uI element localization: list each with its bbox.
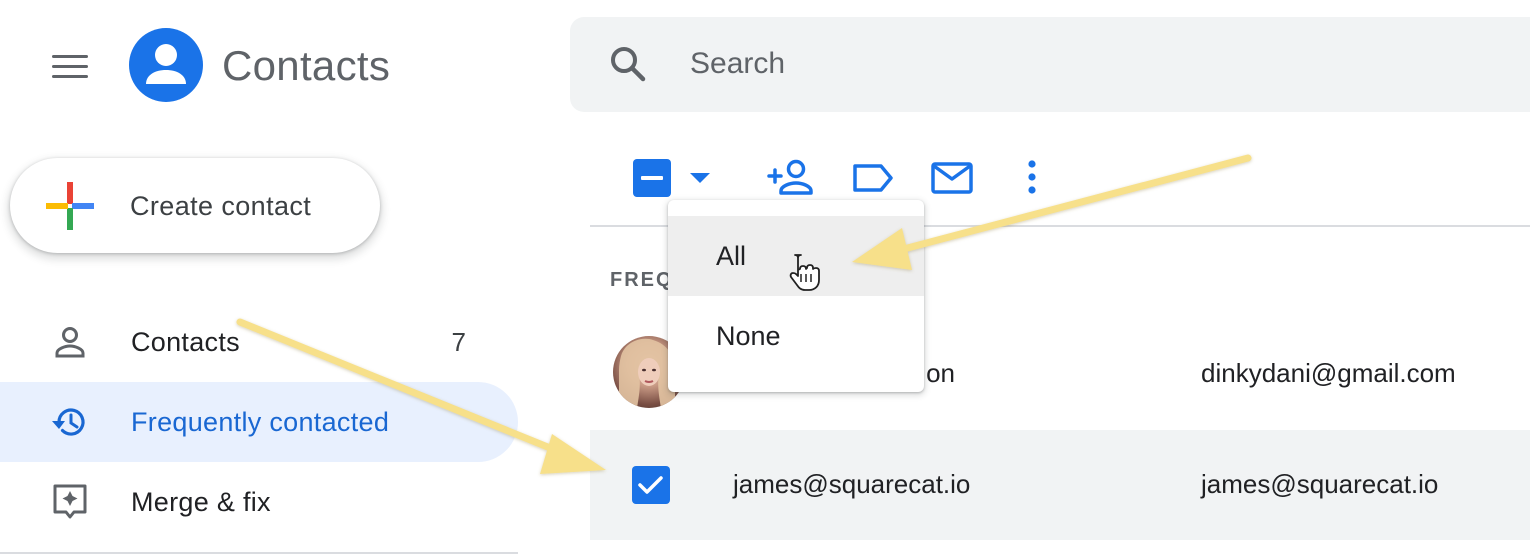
merge-fix-icon (50, 482, 90, 522)
section-header: FREQ (610, 269, 674, 291)
label-icon[interactable] (848, 156, 898, 200)
more-vert-icon[interactable] (1010, 156, 1060, 200)
menu-item-none[interactable]: None (668, 296, 924, 376)
hand-cursor-icon (784, 252, 820, 292)
create-contact-label: Create contact (130, 191, 312, 221)
contact-email: dinkydani@gmail.com (1201, 358, 1456, 388)
main-menu-button[interactable] (40, 40, 100, 92)
google-plus-icon (44, 180, 96, 232)
app-title: Contacts (222, 42, 391, 89)
sidebar-divider (0, 552, 518, 554)
contacts-logo-icon (129, 28, 203, 102)
contact-email: james@squarecat.io (1201, 469, 1439, 499)
row-checkbox[interactable] (632, 466, 670, 504)
sidebar-item-label: Merge & fix (131, 487, 271, 517)
chevron-down-icon[interactable] (688, 168, 712, 188)
sidebar-item-label: Contacts (131, 327, 240, 357)
add-contact-icon[interactable] (766, 156, 816, 200)
menu-item-label: All (716, 241, 747, 271)
select-menu: All None (668, 200, 924, 392)
sidebar-item-label: Frequently contacted (131, 407, 390, 437)
select-all-checkbox[interactable] (633, 159, 671, 197)
search-icon[interactable] (606, 42, 650, 86)
search-input[interactable] (690, 40, 1390, 88)
contacts-count: 7 (451, 327, 466, 357)
person-icon (50, 322, 90, 362)
contact-name: james@squarecat.io (733, 469, 971, 499)
email-icon[interactable] (927, 156, 977, 200)
history-icon (50, 402, 90, 442)
menu-item-label: None (716, 321, 781, 351)
